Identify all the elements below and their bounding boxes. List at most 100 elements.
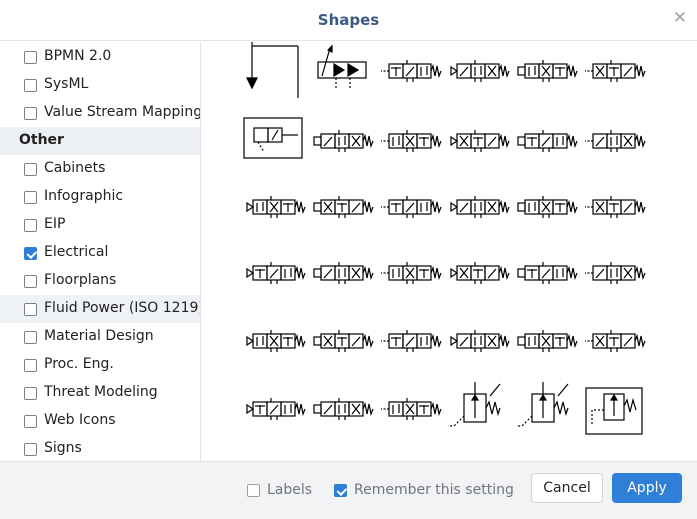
dialog-titlebar: Shapes ✕ — [0, 0, 697, 41]
fluid-power-valve-icon — [242, 312, 306, 368]
library-checkbox[interactable] — [24, 359, 37, 372]
remember-setting-checkbox[interactable] — [334, 484, 347, 497]
fluid-power-valve-icon — [514, 178, 578, 234]
library-checkbox[interactable] — [24, 275, 37, 288]
fluid-power-valve-icon — [582, 244, 646, 300]
fluid-power-valve-icon — [242, 380, 306, 436]
library-item-label: Electrical — [44, 244, 109, 260]
library-item-sysml[interactable]: SysML — [0, 71, 200, 99]
fluid-power-valve-icon — [514, 444, 578, 461]
labels-checkbox[interactable] — [247, 484, 260, 497]
fluid-power-valve-icon — [242, 42, 306, 98]
section-header-label: Other — [19, 132, 64, 148]
cancel-button[interactable]: Cancel — [531, 473, 603, 503]
fluid-power-valve-icon — [310, 244, 374, 300]
dialog-footer: Labels Remember this setting Cancel Appl… — [0, 461, 697, 519]
labels-option[interactable]: Labels — [247, 482, 317, 500]
fluid-power-valve-icon — [582, 380, 646, 436]
fluid-power-valve-icon — [378, 178, 442, 234]
fluid-power-valve-icon — [310, 42, 374, 98]
fluid-power-valve-icon — [582, 444, 646, 461]
fluid-power-valve-icon — [446, 312, 510, 368]
library-checkbox[interactable] — [24, 247, 37, 260]
library-item-threat-modeling[interactable]: Threat Modeling — [0, 379, 200, 407]
fluid-power-valve-icon — [378, 312, 442, 368]
fluid-power-valve-icon — [582, 42, 646, 98]
fluid-power-valve-icon — [378, 42, 442, 98]
library-item-label: Fluid Power (ISO 1219) — [44, 300, 201, 316]
section-header-other: Other — [0, 127, 200, 155]
library-item-value-stream-mapping[interactable]: Value Stream Mapping — [0, 99, 201, 127]
fluid-power-valve-icon — [378, 244, 442, 300]
library-item-label: Signs — [44, 440, 82, 456]
library-checkbox[interactable] — [24, 163, 37, 176]
library-item-bpmn-2-0[interactable]: BPMN 2.0 — [0, 43, 200, 71]
library-item-label: Infographic — [44, 188, 124, 204]
library-item-label: Web Icons — [44, 412, 116, 428]
fluid-power-valve-icon — [514, 244, 578, 300]
shapes-preview — [202, 42, 697, 461]
library-item-signs[interactable]: Signs — [0, 435, 200, 461]
fluid-power-valve-icon — [446, 244, 510, 300]
library-checkbox[interactable] — [24, 79, 37, 92]
library-item-floorplans[interactable]: Floorplans — [0, 267, 200, 295]
library-item-label: BPMN 2.0 — [44, 48, 112, 64]
library-item-proc-eng[interactable]: Proc. Eng. — [0, 351, 200, 379]
library-item-label: Material Design — [44, 328, 154, 344]
library-item-label: Value Stream Mapping — [44, 104, 201, 120]
fluid-power-valve-icon — [446, 112, 510, 168]
library-checkbox[interactable] — [24, 219, 37, 232]
fluid-power-valve-icon — [242, 444, 306, 461]
fluid-power-valve-icon — [378, 444, 442, 461]
library-checkbox[interactable] — [24, 191, 37, 204]
library-item-web-icons[interactable]: Web Icons — [0, 407, 200, 435]
fluid-power-valve-icon — [378, 380, 442, 436]
library-item-label: EIP — [44, 216, 66, 232]
fluid-power-valve-icon — [242, 178, 306, 234]
close-icon[interactable]: ✕ — [673, 8, 687, 28]
fluid-power-valve-icon — [582, 178, 646, 234]
library-item-label: Proc. Eng. — [44, 356, 114, 372]
fluid-power-valve-icon — [310, 112, 374, 168]
dialog-title: Shapes — [317, 11, 380, 29]
library-item-label: Threat Modeling — [44, 384, 158, 400]
fluid-power-valve-icon — [582, 312, 646, 368]
fluid-power-valve-icon — [446, 178, 510, 234]
library-item-material-design[interactable]: Material Design — [0, 323, 200, 351]
library-item-electrical[interactable]: Electrical — [0, 239, 200, 267]
library-item-eip[interactable]: EIP — [0, 211, 200, 239]
fluid-power-valve-icon — [582, 112, 646, 168]
fluid-power-valve-icon — [310, 312, 374, 368]
library-item-label: Cabinets — [44, 160, 106, 176]
library-item-label: SysML — [44, 76, 89, 92]
apply-button[interactable]: Apply — [612, 473, 682, 503]
remember-setting-label: Remember this setting — [354, 482, 514, 498]
remember-option[interactable]: Remember this setting — [334, 482, 514, 500]
fluid-power-valve-icon — [446, 380, 510, 436]
fluid-power-valve-icon — [446, 444, 510, 461]
fluid-power-valve-icon — [242, 112, 306, 168]
labels-label: Labels — [267, 482, 313, 498]
fluid-power-valve-icon — [310, 444, 374, 461]
library-checkbox[interactable] — [24, 387, 37, 400]
library-item-cabinets[interactable]: Cabinets — [0, 155, 200, 183]
library-checkbox[interactable] — [24, 51, 37, 64]
library-item-fluid-power-iso-1219[interactable]: Fluid Power (ISO 1219) — [0, 295, 201, 323]
fluid-power-valve-icon — [514, 312, 578, 368]
library-item-infographic[interactable]: Infographic — [0, 183, 200, 211]
library-checkbox[interactable] — [24, 443, 37, 456]
library-item-label: Floorplans — [44, 272, 117, 288]
fluid-power-valve-icon — [378, 112, 442, 168]
library-checkbox[interactable] — [24, 331, 37, 344]
library-checkbox[interactable] — [24, 415, 37, 428]
library-list[interactable]: BPMN 2.0 SysML Value Stream Mapping Other Ca… — [0, 42, 201, 461]
fluid-power-valve-icon — [242, 244, 306, 300]
fluid-power-valve-icon — [514, 380, 578, 436]
fluid-power-valve-icon — [310, 178, 374, 234]
library-checkbox[interactable] — [24, 107, 37, 120]
fluid-power-valve-icon — [310, 380, 374, 436]
fluid-power-valve-icon — [514, 112, 578, 168]
fluid-power-valve-icon — [446, 42, 510, 98]
library-checkbox[interactable] — [24, 303, 37, 316]
fluid-power-valve-icon — [514, 42, 578, 98]
